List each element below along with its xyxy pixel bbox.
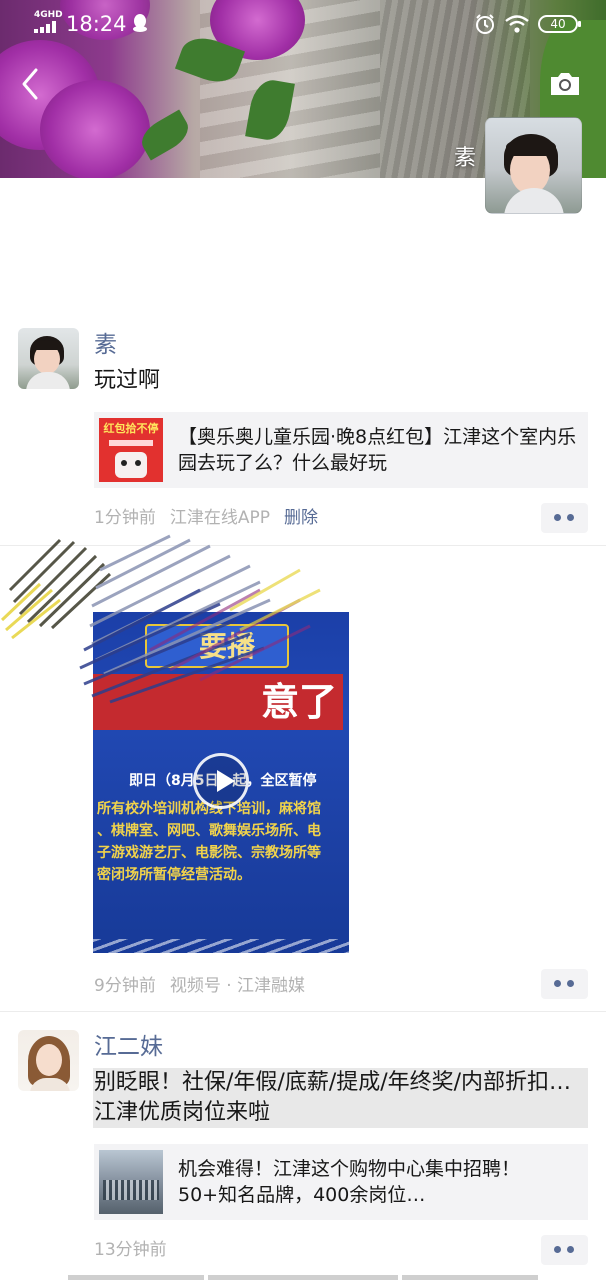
profile-name[interactable]: 素 [446,140,476,172]
video-caption-line: 密闭场所暂停经营活动。 [97,867,251,883]
alarm-icon [476,14,494,34]
more-options-button[interactable] [541,969,588,999]
qq-icon [133,14,147,32]
play-icon[interactable] [193,753,249,809]
share-title: 机会难得！江津这个购物中心集中招聘！50+知名品牌，400余岗位… [178,1158,521,1206]
share-thumbnail-label: 红包拾不停 [103,422,159,435]
post-source[interactable]: 视频号 · 江津融媒 [170,976,305,996]
chevron-left-icon[interactable] [16,66,46,102]
post-meta: 13分钟前 [94,1238,167,1262]
share-title: 【奥乐奥儿童乐园·晚8点红包】江津这个室内乐园去玩了么？什么最好玩 [178,426,577,474]
post-author[interactable]: 江二妹 [94,1032,163,1062]
profile-avatar[interactable] [485,117,582,214]
shared-link-card[interactable]: 机会难得！江津这个购物中心集中招聘！50+知名品牌，400余岗位… [94,1144,588,1220]
scribble-overlay [0,534,321,704]
post-time: 13分钟前 [94,1240,167,1260]
post-source[interactable]: 江津在线APP [170,508,270,528]
moments-page: 4GHD 18:24 40 素 素 玩过啊 红包拾不停 【奥乐奥儿童乐园·晚8点… [0,0,606,1280]
shared-link-card[interactable]: 红包拾不停 【奥乐奥儿童乐园·晚8点红包】江津这个室内乐园去玩了么？什么最好玩 [94,412,588,488]
status-bar: 4GHD 18:24 40 [0,0,606,48]
moment-post: 江二妹 别眨眼！社保/年假/底薪/提成/年终奖/内部折扣…江津优质岗位来啦 机会… [0,1012,606,1280]
post-author[interactable]: 素 [94,330,117,360]
post-meta: 9分钟前 视频号 · 江津融媒 [94,974,305,998]
more-options-button[interactable] [541,503,588,533]
share-thumbnail: 红包拾不停 [99,418,163,482]
video-caption-line: 、棋牌室、网吧、歌舞娱乐场所、电 [97,823,321,839]
loading-indicator [68,1275,538,1280]
signal-icon [34,21,60,33]
avatar[interactable] [18,328,79,389]
post-text: 别眨眼！社保/年假/底薪/提成/年终奖/内部折扣…江津优质岗位来啦 [94,1070,572,1125]
more-options-button[interactable] [541,1235,588,1265]
post-text: 玩过啊 [94,368,161,393]
moment-post: 素 玩过啊 红包拾不停 【奥乐奥儿童乐园·晚8点红包】江津这个室内乐园去玩了么？… [0,320,606,546]
post-meta: 1分钟前 江津在线APP 删除 [94,506,318,530]
camera-icon[interactable] [548,70,582,98]
wifi-icon [505,15,529,33]
video-caption-line: 子游戏游艺厅、电影院、宗教场所等 [97,845,321,861]
clock: 18:24 [66,12,127,36]
post-time: 9分钟前 [94,976,156,996]
battery-indicator: 40 [538,15,581,33]
avatar[interactable] [18,1030,79,1091]
share-thumbnail [99,1150,163,1214]
delete-link[interactable]: 删除 [284,508,318,528]
post-time: 1分钟前 [94,508,156,528]
network-type: 4GHD [34,10,63,20]
